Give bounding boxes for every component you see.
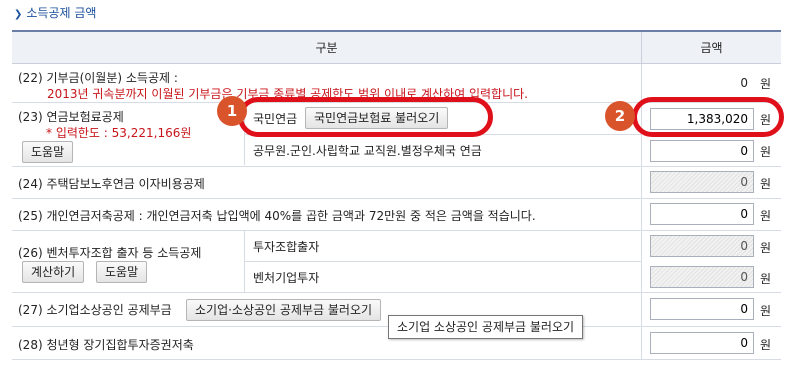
row-26-sub-venture: 벤처기업투자 xyxy=(244,262,641,293)
public-pension-amount-input[interactable] xyxy=(650,140,754,162)
row-26-label: (26) 벤처투자조합 출자 등 소득공제 xyxy=(18,246,202,260)
row-23-help-button[interactable]: 도움말 xyxy=(22,141,74,163)
row-26-calc-button[interactable]: 계산하기 xyxy=(22,261,85,283)
investment-union-label: 투자조합출자 xyxy=(253,240,320,254)
row-27-unit: 원 xyxy=(760,304,772,318)
section-title-text: 소득공제 금액 xyxy=(26,6,97,20)
row-26: (26) 벤처투자조합 출자 등 소득공제 계산하기 도움말 투자조합출자 벤처… xyxy=(12,231,781,293)
table-header: 구분 금액 xyxy=(12,32,781,64)
row-26-amount-cell: 원 원 xyxy=(641,231,781,292)
row-25-amount-input[interactable] xyxy=(650,203,754,225)
row-23-sub-public-pension: 공무원.군인.사립학교 교직원.별정우체국 연금 xyxy=(244,135,641,165)
row-26-help-button[interactable]: 도움말 xyxy=(96,261,148,283)
row-28-amount-cell: 원 xyxy=(641,327,781,359)
row-26-unit-2: 원 xyxy=(760,272,772,286)
row-25-amount-cell: 원 xyxy=(641,199,781,230)
investment-union-amount-input xyxy=(650,235,754,257)
row-24: (24) 주택담보노후연금 이자비용공제 원 xyxy=(12,167,781,199)
callout-badge-2: 2 xyxy=(605,101,635,131)
row-26-sub-investment-union: 투자조합출자 xyxy=(244,231,641,262)
row-24-label: (24) 주택담보노후연금 이자비용공제 xyxy=(18,177,205,191)
row-24-unit: 원 xyxy=(760,177,772,191)
row-25: (25) 개인연금저축공제 : 개인연금저축 납입액에 40%를 곱한 금액과 … xyxy=(12,199,781,231)
row-25-unit: 원 xyxy=(760,209,772,223)
row-22-label: (22) 기부금(이월분) 소득공제 : xyxy=(18,71,178,85)
row-27-amount-cell: 원 xyxy=(641,293,781,326)
header-amount: 금액 xyxy=(641,32,781,64)
row-25-label: (25) 개인연금저축공제 : 개인연금저축 납입액에 40%를 곱한 금액과 … xyxy=(18,209,536,223)
highlight-ring-2 xyxy=(632,97,784,137)
row-27-amount-input[interactable] xyxy=(650,298,754,320)
row-24-amount-input xyxy=(650,171,754,193)
row-28-label: (28) 청년형 장기집합투자증권저축 xyxy=(18,338,194,352)
row-26-unit-1: 원 xyxy=(760,241,772,255)
row-28-unit: 원 xyxy=(760,338,772,352)
tooltip: 소기업 소상공인 공제부금 불러오기 xyxy=(388,315,584,339)
row-28-amount-input[interactable] xyxy=(650,332,754,354)
row-22-amount: 0 xyxy=(650,72,754,94)
row-24-amount-cell: 원 xyxy=(641,167,781,198)
chevron-right-icon: ❯ xyxy=(14,9,23,20)
section-title: ❯ 소득공제 금액 xyxy=(14,4,96,22)
row-22-unit: 원 xyxy=(760,77,772,91)
row-23-limit: * 입력한도 : 53,221,166원 xyxy=(46,126,192,140)
row-23-unit-2: 원 xyxy=(760,145,772,159)
venture-investment-amount-input xyxy=(650,266,754,288)
callout-badge-1: 1 xyxy=(217,96,247,126)
header-category: 구분 xyxy=(315,41,338,55)
public-pension-label: 공무원.군인.사립학교 교직원.별정우체국 연금 xyxy=(253,144,482,158)
highlight-ring-1 xyxy=(238,97,493,137)
row-23-label: (23) 연금보험료공제 xyxy=(18,110,124,124)
row-27-label: (27) 소기업소상공인 공제부금 xyxy=(18,303,172,317)
load-small-business-button[interactable]: 소기업·소상공인 공제부금 불러오기 xyxy=(186,299,382,321)
venture-investment-label: 벤처기업투자 xyxy=(253,271,320,285)
deduction-table: 구분 금액 (22) 기부금(이월분) 소득공제 : 2013년 귀속분까지 이… xyxy=(12,30,781,360)
